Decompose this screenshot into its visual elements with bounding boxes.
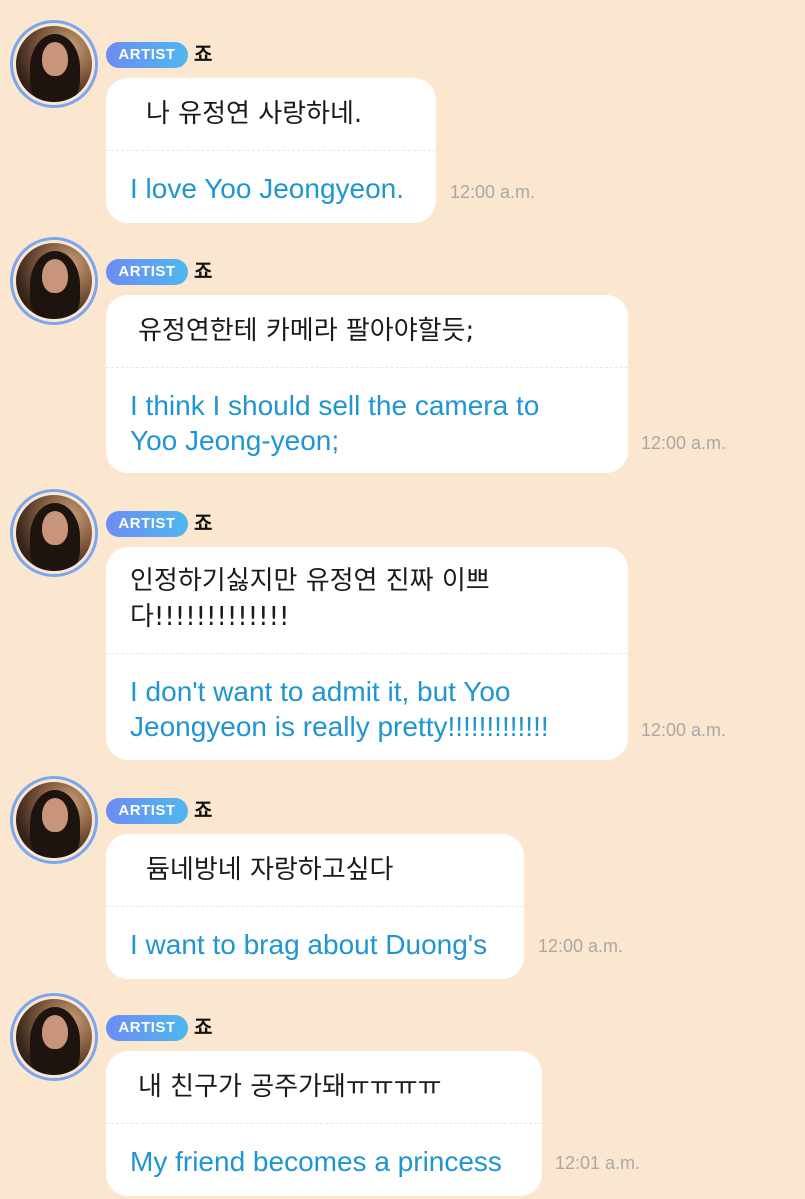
english-translation: I want to brag about Duong's (130, 929, 488, 960)
artist-avatar[interactable] (10, 993, 98, 1081)
artist-badge: ARTIST (106, 1015, 188, 1041)
message-timestamp: 12:00 a.m. (450, 182, 536, 202)
english-translation: I don't want to admit it, but Yoo (130, 676, 511, 707)
message-timestamp: 12:00 a.m. (538, 936, 624, 956)
english-translation: I think I should sell the camera to (130, 390, 540, 421)
sender-name: 죠 (194, 259, 213, 283)
english-translation: My friend becomes a princess (130, 1146, 502, 1177)
artist-avatar[interactable] (10, 776, 98, 864)
english-translation: Jeongyeon is really pretty!!!!!!!!!!!!! (130, 711, 549, 742)
korean-text: 인정하기싫지만 유정연 진짜 이쁘 (130, 566, 490, 596)
message-bubble[interactable]: 내 친구가 공주가돼ㅠㅠㅠㅠ My friend becomes a princ… (106, 1051, 542, 1196)
sender-name: 죠 (194, 1015, 213, 1039)
bubble-divider (106, 367, 628, 368)
sender-name: 죠 (194, 42, 213, 66)
sender-name: 죠 (194, 511, 213, 535)
korean-text: 유정연한테 카메라 팔아야할듯; (138, 316, 475, 346)
message-bubble[interactable]: 나 유정연 사랑하네. I love Yoo Jeongyeon. (106, 78, 436, 223)
artist-badge: ARTIST (106, 798, 188, 824)
artist-avatar[interactable] (10, 237, 98, 325)
korean-text: 나 유정연 사랑하네. (146, 99, 363, 129)
english-translation: I love Yoo Jeongyeon. (130, 173, 405, 204)
message-bubble[interactable]: 듐네방네 자랑하고싶다 I want to brag about Duong's (106, 834, 524, 979)
artist-badge: ARTIST (106, 42, 188, 68)
artist-avatar[interactable] (10, 20, 98, 108)
english-translation: Yoo Jeong-yeon; (130, 425, 340, 456)
artist-badge: ARTIST (106, 511, 188, 537)
message-timestamp: 12:00 a.m. (641, 720, 727, 740)
korean-text: 듐네방네 자랑하고싶다 (146, 855, 394, 885)
korean-text: 내 친구가 공주가돼ㅠㅠㅠㅠ (138, 1072, 442, 1102)
bubble-divider (106, 150, 436, 151)
sender-name: 죠 (194, 798, 213, 822)
bubble-divider (106, 906, 524, 907)
artist-avatar[interactable] (10, 489, 98, 577)
message-bubble[interactable]: 유정연한테 카메라 팔아야할듯; I think I should sell t… (106, 295, 628, 473)
artist-badge: ARTIST (106, 259, 188, 285)
message-timestamp: 12:00 a.m. (641, 433, 727, 453)
bubble-divider (106, 1123, 542, 1124)
bubble-divider (106, 653, 628, 654)
message-timestamp: 12:01 a.m. (555, 1153, 641, 1173)
korean-text: 다!!!!!!!!!!!!! (130, 602, 290, 632)
message-bubble[interactable]: 인정하기싫지만 유정연 진짜 이쁘 다!!!!!!!!!!!!! I don't… (106, 547, 628, 760)
